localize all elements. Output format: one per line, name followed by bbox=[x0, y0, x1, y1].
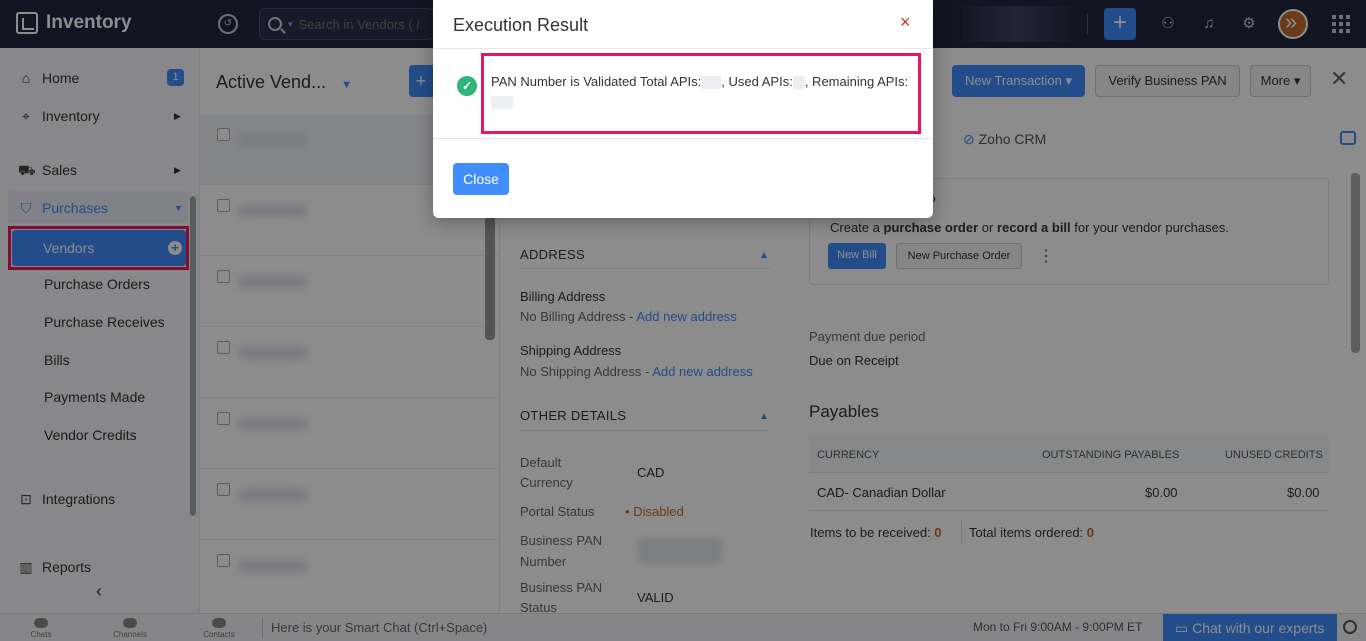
highlight-outline bbox=[481, 53, 921, 134]
divider bbox=[433, 48, 933, 49]
divider bbox=[433, 138, 933, 139]
check-circle-icon: ✓ bbox=[457, 76, 477, 96]
close-button[interactable]: Close bbox=[453, 163, 509, 195]
close-icon[interactable]: × bbox=[900, 12, 911, 33]
dialog-title: Execution Result bbox=[453, 15, 589, 35]
